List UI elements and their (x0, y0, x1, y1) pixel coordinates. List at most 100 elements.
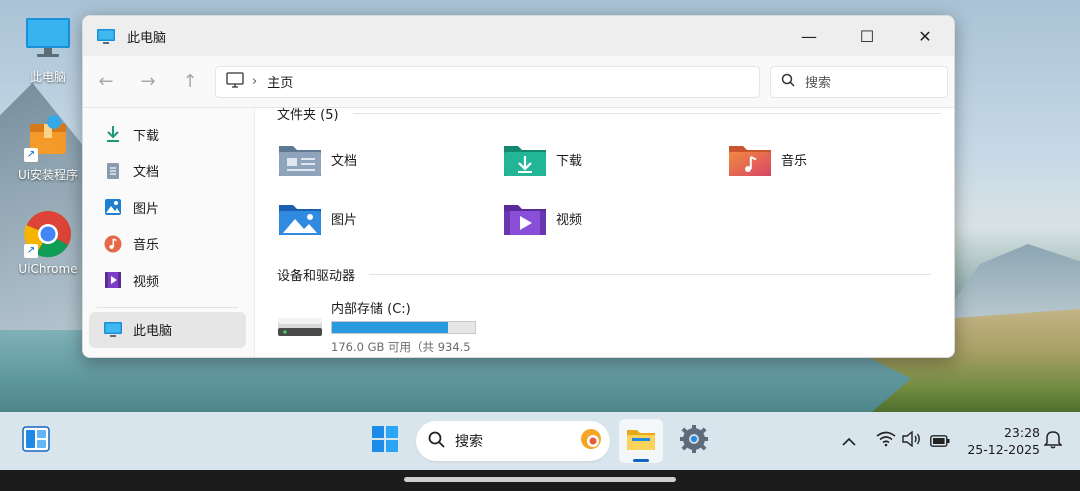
download-icon (103, 124, 123, 144)
document-icon (103, 161, 123, 181)
sidebar-item-label: 此电脑 (133, 324, 173, 340)
folder-label: 图片 (331, 212, 358, 228)
desktop-icon-label: 此电脑 (29, 70, 66, 84)
search-label: 搜索 (455, 434, 483, 450)
wifi-icon[interactable] (876, 431, 896, 451)
breadcrumb-separator: › (252, 74, 258, 89)
section-title: 文件夹 (5) (277, 108, 339, 123)
pictures-icon (103, 197, 123, 217)
downloads-folder-icon (502, 140, 548, 178)
sidebar-item-label: 文档 (133, 165, 160, 181)
folder-pictures[interactable]: 图片 (277, 199, 357, 237)
widgets-icon (22, 426, 50, 456)
battery-icon[interactable] (930, 432, 950, 451)
section-title: 设备和驱动器 (277, 269, 356, 284)
desktop-icon-label: Ui安装程序 (17, 168, 79, 182)
desktop-icon-installer[interactable]: ↗ Ui安装程序 (8, 114, 88, 183)
up-button[interactable]: ↑ (169, 62, 211, 102)
windows-icon (371, 425, 399, 457)
computer-icon (97, 29, 115, 44)
taskbar-file-explorer[interactable] (619, 419, 663, 463)
sidebar-item-label: 视频 (133, 274, 160, 290)
hard-drive-icon (277, 312, 323, 342)
maximize-button[interactable]: ☐ (838, 16, 896, 56)
volume-icon[interactable] (902, 430, 922, 451)
sidebar-item-documents[interactable]: 文档 (83, 153, 254, 190)
section-divider (369, 274, 931, 275)
search-input[interactable]: 搜索 (770, 65, 948, 98)
taskbar-clock[interactable]: 23:28 25-12-2025 (960, 424, 1040, 458)
chrome-icon: ↗ (24, 210, 72, 258)
clock-time: 23:28 (1003, 425, 1040, 440)
sidebar-item-downloads[interactable]: 下载 (83, 116, 254, 153)
close-icon: ✕ (918, 26, 932, 46)
folder-label: 文档 (331, 153, 358, 169)
drive-usage-fill (332, 322, 448, 333)
documents-folder-icon (277, 140, 323, 178)
title-bar[interactable]: 此电脑 — ☐ ✕ (83, 16, 954, 56)
videos-folder-icon (502, 199, 548, 237)
file-explorer-window: 此电脑 — ☐ ✕ ← → ↑ › 主页 搜索 下载 文档 图片 音乐 视频 此… (82, 15, 955, 358)
sidebar-item-label: 音乐 (133, 238, 160, 254)
search-placeholder: 搜索 (805, 76, 832, 91)
back-button[interactable]: ← (85, 62, 127, 102)
desktop-icon-this-pc[interactable]: 此电脑 (8, 16, 88, 85)
system-tray (842, 412, 950, 470)
shortcut-arrow-icon: ↗ (24, 244, 38, 258)
arrow-up-icon: ↑ (182, 71, 198, 92)
breadcrumb-home[interactable]: 主页 (267, 72, 293, 91)
drive-c[interactable]: 内部存储 (C:) 176.0 GB 可用（共 934.5 (277, 298, 476, 355)
gear-icon (679, 424, 709, 458)
widgets-button[interactable] (14, 419, 58, 463)
folder-documents[interactable]: 文档 (277, 140, 357, 178)
window-title: 此电脑 (127, 30, 167, 46)
close-button[interactable]: ✕ (896, 16, 954, 56)
desktop-icon-chrome[interactable]: ↗ UiChrome (8, 210, 88, 276)
desktop-icon-label: UiChrome (18, 262, 78, 276)
maximize-icon: ☐ (859, 26, 875, 46)
drives-section-header: 设备和驱动器 (277, 265, 943, 284)
address-bar: ← → ↑ › 主页 搜索 (83, 56, 954, 108)
home-gesture-handle[interactable] (404, 477, 676, 482)
forward-button[interactable]: → (127, 62, 169, 102)
content-pane: 文件夹 (5) 文档 下载 音乐 图片 视频 设备和驱动器 内部存储 (C:) … (255, 108, 954, 357)
folders-section-header: 文件夹 (5) (277, 108, 953, 123)
minimize-icon: — (801, 26, 817, 46)
sidebar-item-label: 下载 (133, 128, 160, 144)
search-icon (781, 73, 795, 91)
arrow-left-icon: ← (98, 71, 114, 92)
notifications-button[interactable] (1032, 419, 1074, 463)
search-highlight-icon (580, 428, 602, 454)
navigation-pane: 下载 文档 图片 音乐 视频 此电脑 (83, 108, 255, 357)
folder-videos[interactable]: 视频 (502, 199, 582, 237)
computer-icon (103, 320, 123, 340)
bell-icon (1043, 429, 1063, 453)
sidebar-item-this-pc[interactable]: 此电脑 (89, 311, 246, 348)
taskbar: 搜索 23:28 25-12-2025 (0, 412, 1080, 470)
folder-label: 下载 (556, 153, 583, 169)
arrow-right-icon: → (140, 71, 156, 92)
search-icon (428, 431, 445, 452)
video-icon (103, 270, 123, 290)
path-input[interactable]: › 主页 (215, 65, 760, 98)
folder-downloads[interactable]: 下载 (502, 140, 582, 178)
taskbar-search[interactable]: 搜索 (416, 421, 610, 461)
file-explorer-icon (626, 426, 656, 456)
music-folder-icon (727, 140, 773, 178)
minimize-button[interactable]: — (780, 16, 838, 56)
chevron-up-icon[interactable] (842, 432, 856, 451)
music-icon (103, 234, 123, 254)
section-divider (352, 113, 941, 114)
sidebar-item-music[interactable]: 音乐 (83, 226, 254, 263)
start-button[interactable] (363, 419, 407, 463)
sidebar-item-pictures[interactable]: 图片 (83, 189, 254, 226)
active-indicator (633, 459, 649, 462)
drive-usage-bar (331, 321, 476, 334)
package-icon: ↗ (24, 114, 72, 162)
drive-name: 内部存储 (C:) (331, 302, 411, 317)
folder-music[interactable]: 音乐 (727, 140, 807, 178)
taskbar-settings[interactable] (672, 419, 716, 463)
monitor-icon (24, 16, 72, 64)
sidebar-item-videos[interactable]: 视频 (83, 262, 254, 299)
sidebar-item-label: 图片 (133, 201, 160, 217)
